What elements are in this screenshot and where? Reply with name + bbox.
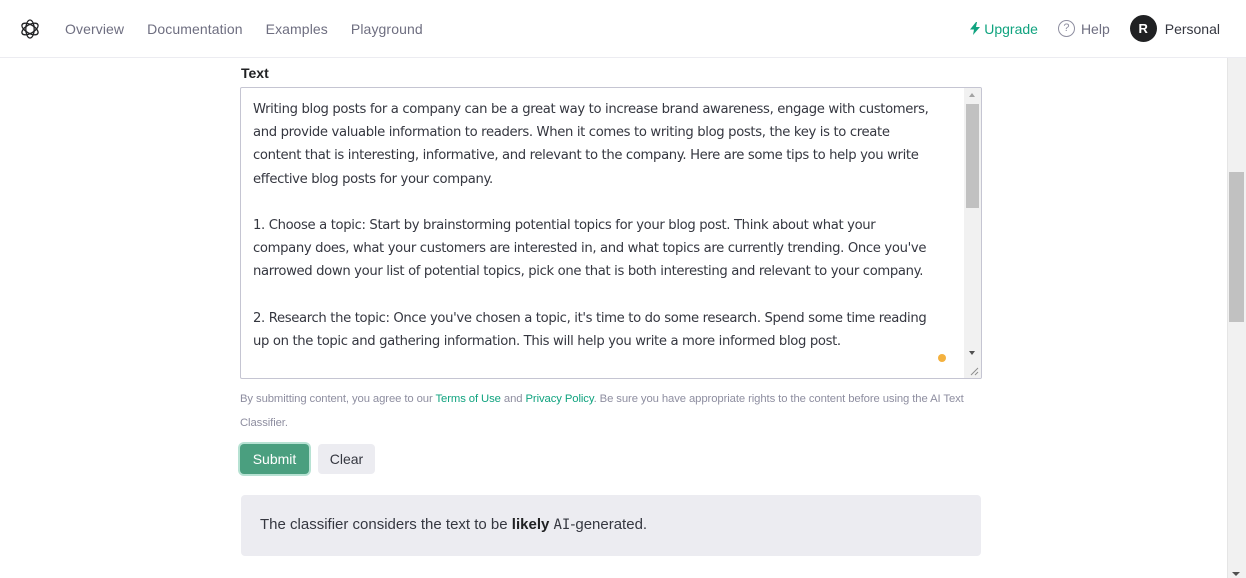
terms-of-use-link[interactable]: Terms of Use xyxy=(436,393,501,405)
page-scrollbar[interactable] xyxy=(1227,58,1246,578)
text-input[interactable]: Writing blog posts for a company can be … xyxy=(240,87,982,379)
submit-button[interactable]: Submit xyxy=(240,444,309,474)
nav-overview[interactable]: Overview xyxy=(65,21,124,37)
nav-examples[interactable]: Examples xyxy=(266,21,328,37)
main-nav: Overview Documentation Examples Playgrou… xyxy=(65,0,423,57)
text-input-value[interactable]: Writing blog posts for a company can be … xyxy=(253,98,953,353)
nav-documentation[interactable]: Documentation xyxy=(147,21,242,37)
scroll-up-icon[interactable] xyxy=(969,93,975,97)
grammar-indicator-icon[interactable] xyxy=(938,354,946,362)
classification-result: The classifier considers the text to be … xyxy=(241,495,981,556)
resize-handle-icon[interactable] xyxy=(970,367,979,376)
result-ai-term: AI xyxy=(553,517,571,533)
result-verdict: likely xyxy=(511,516,550,533)
terms-and: and xyxy=(500,393,526,405)
privacy-policy-link[interactable]: Privacy Policy xyxy=(525,393,593,405)
upgrade-label: Upgrade xyxy=(984,20,1038,37)
account-label[interactable]: Personal xyxy=(1165,21,1220,37)
result-suffix: -generated. xyxy=(570,516,648,533)
terms-notice: By submitting content, you agree to our … xyxy=(240,388,985,435)
header-actions: Upgrade ? Help R Personal xyxy=(970,0,1220,57)
clear-button[interactable]: Clear xyxy=(318,444,375,474)
textarea-scrollbar-thumb[interactable] xyxy=(966,104,979,208)
page-scrollbar-thumb[interactable] xyxy=(1229,172,1244,322)
avatar[interactable]: R xyxy=(1129,15,1157,42)
text-field-label: Text xyxy=(241,65,269,81)
result-prefix: The classifier considers the text to be xyxy=(260,516,512,533)
openai-logo-icon[interactable] xyxy=(18,17,42,41)
result-message: The classifier considers the text to be … xyxy=(260,516,647,533)
top-navigation-bar: Overview Documentation Examples Playgrou… xyxy=(0,0,1246,58)
help-label: Help xyxy=(1080,20,1110,37)
textarea-scrollbar[interactable] xyxy=(964,88,981,378)
upgrade-link[interactable]: Upgrade xyxy=(970,21,1038,37)
lightning-icon xyxy=(970,22,981,35)
terms-prefix: By submitting content, you agree to our xyxy=(240,393,436,405)
page-scroll-down-icon[interactable] xyxy=(1232,572,1240,576)
help-link[interactable]: ? Help xyxy=(1057,20,1110,37)
nav-playground[interactable]: Playground xyxy=(351,21,423,37)
scroll-down-icon[interactable] xyxy=(969,351,975,355)
help-icon: ? xyxy=(1057,20,1075,37)
